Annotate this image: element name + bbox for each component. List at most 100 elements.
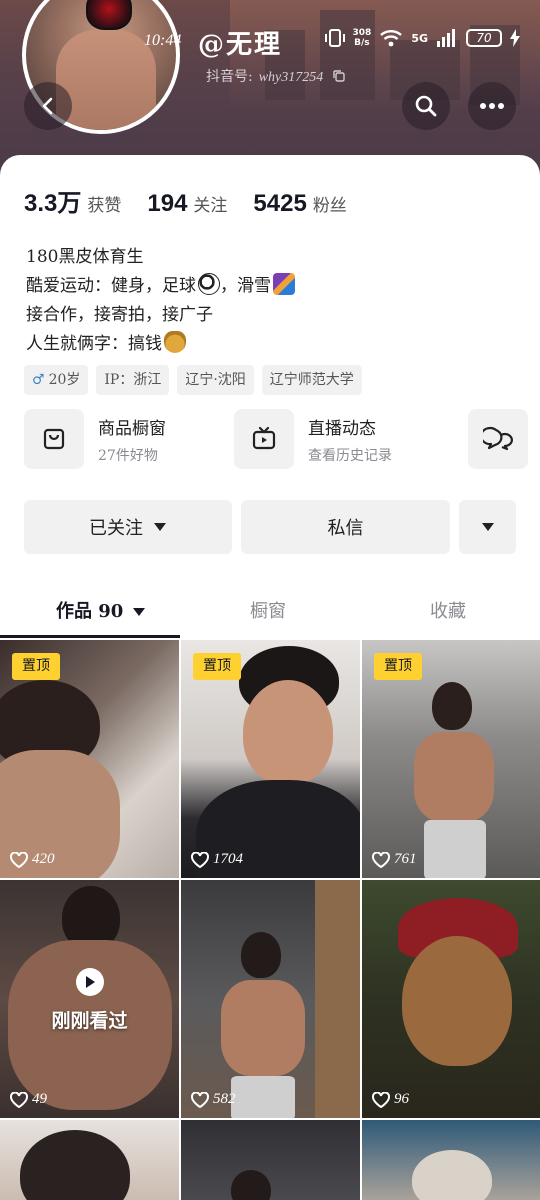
message-button[interactable]: 私信 [241,500,450,554]
post-figure-face [243,680,333,785]
heart-icon [10,1091,28,1108]
search-button[interactable] [402,82,450,130]
post-figure-head [241,932,281,978]
tab-works[interactable]: 作品 90 [56,597,146,623]
likes-count: 582 [213,1091,236,1107]
post-door-frame [315,880,360,1118]
post-figure-object [412,1150,492,1200]
battery-indicator: 70 [466,29,502,47]
recommend-dropdown-button[interactable] [459,500,516,554]
net-speed-value: 308 [352,28,372,38]
more-button[interactable] [468,82,516,130]
shop-window-title: 商品橱窗 [98,418,166,439]
heart-icon [372,851,390,868]
net-speed-unit: B/s [354,38,370,48]
shop-window-entry[interactable]: 商品橱窗 27件好物 [24,409,166,469]
stat-likes: 3.3万 获赞 [24,183,121,218]
charging-icon [510,29,520,47]
post-thumbnail[interactable] [0,1120,179,1200]
post-figure-head [432,682,472,730]
shop-window-text: 商品橱窗 27件好物 [98,414,166,465]
status-time: 10:44 [144,32,182,49]
active-tab-indicator [0,635,180,638]
heart-icon [372,1091,390,1108]
profile-tags: ♂ 20岁 IP：浙江 辽宁·沈阳 辽宁师范大学 [24,365,362,395]
live-history-text: 直播动态 查看历史记录 [308,414,392,465]
post-thumbnail[interactable]: 96 [362,880,540,1118]
stat-value: 5425 [253,190,307,217]
douyin-id[interactable]: 抖音号: why317254 [206,66,346,86]
pinned-badge: 置顶 [374,653,422,680]
stat-followers[interactable]: 5425 粉丝 [253,190,346,218]
copy-icon[interactable] [332,69,346,83]
bio-line-text: 酷爱运动：健身，足球 [26,276,196,296]
tv-icon [252,426,276,450]
stat-value: 194 [147,190,188,217]
bio-line: 酷爱运动：健身，足球 ，滑雪 [26,272,295,301]
post-likes: 420 [10,851,55,868]
just-watched-label: 刚刚看过 [51,1010,128,1032]
bio-line: 180黑皮体育生 [26,247,144,267]
avatar-torso [56,30,156,130]
post-thumbnail[interactable] [362,1120,540,1200]
profile-header-background: 10:44 @无理 抖音号: why317254 308 B/s 5G 70 [0,0,540,175]
likes-count: 1704 [213,851,243,867]
bio-line: 接合作，接寄拍，接广子 [26,305,213,325]
just-watched-overlay: 刚刚看过 [0,968,179,1033]
vibrate-icon [324,29,345,47]
more-dots-icon [480,103,504,109]
likes-count: 761 [394,851,417,867]
soccer-ball-icon [198,273,220,295]
message-label: 私信 [327,518,364,539]
network-type: 5G [411,31,428,45]
bio-line: 人生就俩字：搞钱 [26,330,295,359]
douyin-id-value: why317254 [258,70,324,85]
male-icon: ♂ [32,372,45,388]
live-history-title: 直播动态 [308,418,376,439]
caret-down-icon [481,523,494,531]
pinned-badge: 置顶 [12,653,60,680]
signal-icon [437,29,455,47]
live-history-entry[interactable]: 直播动态 查看历史记录 [234,409,392,469]
play-button[interactable] [75,968,104,996]
post-figure-face [402,936,512,1066]
stat-label: 获赞 [87,196,122,216]
post-thumbnail[interactable]: 刚刚看过 49 [0,880,179,1118]
post-figure-pants [231,1076,295,1118]
stat-label: 关注 [193,196,228,216]
live-history-icon-box [234,409,294,469]
tab-favorites[interactable]: 收藏 [430,597,466,623]
likes-count: 49 [32,1091,47,1107]
shop-window-subtitle: 27件好物 [98,447,158,464]
chat-groups-entry[interactable] [468,409,528,469]
post-figure-hair [20,1130,130,1200]
heart-icon [10,851,28,868]
likes-count: 96 [394,1091,409,1107]
net-speed: 308 B/s [353,28,372,48]
caret-down-icon [154,523,166,531]
stat-following[interactable]: 194 关注 [147,190,227,218]
search-icon [415,95,437,117]
avatar-mask [86,0,132,30]
post-thumbnail[interactable]: 置顶 420 [0,640,179,878]
post-thumbnail[interactable]: 置顶 1704 [181,640,360,878]
back-button[interactable] [24,82,72,130]
post-thumbnail[interactable]: 置顶 761 [362,640,540,878]
post-figure-torso [414,732,494,822]
shopping-bag-icon [43,428,65,450]
post-thumbnail[interactable] [181,1120,360,1200]
tab-shop-window[interactable]: 橱窗 [250,597,286,623]
followed-button[interactable]: 已关注 [24,500,232,554]
heart-icon [191,1091,209,1108]
nickname: @无理 [198,30,283,60]
shop-window-icon-box [24,409,84,469]
caret-down-icon [132,608,145,616]
tag-school[interactable]: 辽宁师范大学 [261,365,362,395]
bio-line-text: 人生就俩字：搞钱 [26,334,162,354]
tag-location[interactable]: 辽宁·沈阳 [177,365,254,395]
post-likes: 761 [372,851,417,868]
followed-label: 已关注 [89,518,143,539]
post-thumbnail[interactable]: 582 [181,880,360,1118]
content-tabs: 作品 90 橱窗 收藏 [0,587,540,639]
chat-groups-icon-box [468,409,528,469]
